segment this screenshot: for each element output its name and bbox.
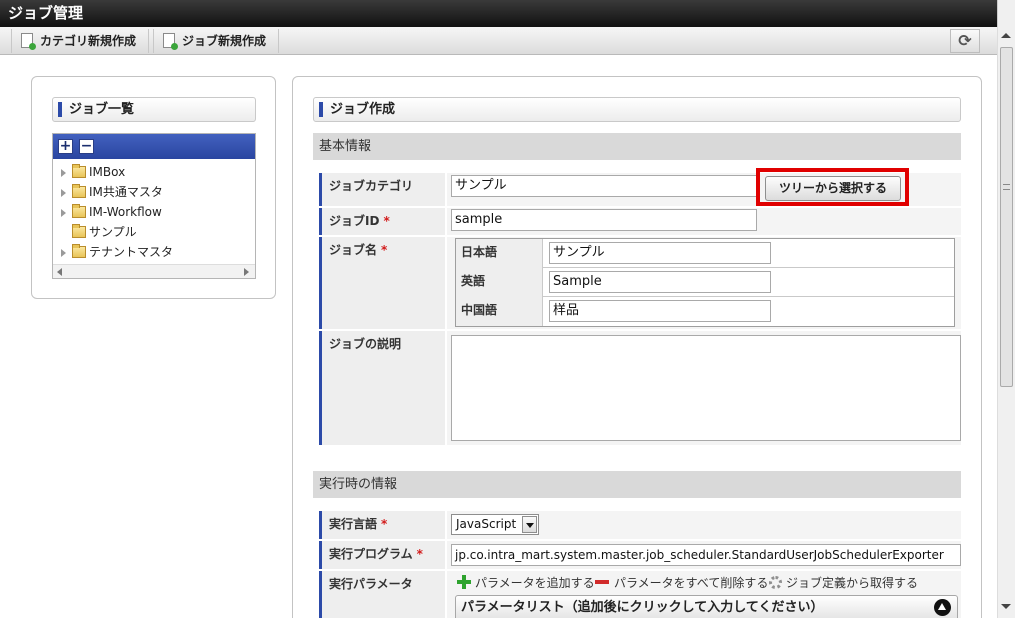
job-description-row: ジョブの説明 — [319, 331, 961, 445]
job-name-zh-input[interactable]: 样品 — [549, 300, 771, 322]
tree-item-label: IM-Workflow — [89, 205, 162, 219]
toolbar: カテゴリ新規作成 ジョブ新規作成 — [0, 27, 997, 55]
execution-parameters-label: 実行パラメータ — [319, 571, 445, 618]
folder-icon — [72, 244, 86, 258]
locale-row-en: 英語 Sample — [456, 268, 954, 297]
new-job-label: ジョブ新規作成 — [182, 34, 267, 48]
basic-info-section-header: 基本情報 — [313, 133, 961, 160]
gear-icon — [769, 576, 782, 589]
tree-item-tenant-master[interactable]: テナントマスタ — [61, 242, 173, 262]
refresh-button[interactable]: ⟳ — [950, 29, 980, 53]
plus-icon — [457, 575, 471, 589]
tree-horizontal-scrollbar[interactable] — [53, 264, 255, 278]
selected-language: JavaScript — [456, 517, 517, 531]
new-document-icon — [21, 33, 36, 50]
minus-icon — [595, 580, 609, 584]
locale-row-zh: 中国語 样品 — [456, 297, 954, 326]
tree-item-label: IMBox — [89, 165, 126, 179]
delete-all-parameters-button[interactable]: パラメータをすべて削除する — [595, 575, 768, 591]
scroll-up-arrow-icon[interactable] — [1001, 33, 1011, 38]
load-from-job-definition-button[interactable]: ジョブ定義から取得する — [769, 575, 918, 591]
parameter-list-title: パラメータリスト（追加後にクリックして入力してください） — [461, 600, 824, 615]
job-category-label: ジョブカテゴリ — [319, 173, 445, 206]
tree-item-label: IM共通マスタ — [89, 185, 163, 199]
scrollbar-thumb[interactable] — [1000, 47, 1013, 387]
vertical-scrollbar[interactable] — [997, 27, 1015, 618]
highlight-box — [756, 168, 909, 206]
new-document-icon — [163, 33, 178, 50]
tree-item-imbox[interactable]: IMBox — [61, 162, 125, 182]
tree-item-label: テナントマスタ — [89, 245, 174, 259]
job-description-label: ジョブの説明 — [319, 331, 445, 445]
job-name-en-input[interactable]: Sample — [549, 271, 771, 293]
folder-icon — [72, 164, 86, 178]
folder-icon — [72, 204, 86, 218]
scroll-right-arrow-icon[interactable] — [244, 268, 249, 276]
tree-toolbar: + − — [53, 134, 255, 159]
tree-item-sample[interactable]: サンプル — [61, 222, 137, 242]
job-list-title: ジョブ一覧 — [52, 97, 256, 122]
collapse-up-icon[interactable] — [934, 599, 951, 616]
refresh-icon: ⟳ — [958, 31, 972, 50]
job-create-panel: ジョブ作成 基本情報 ジョブカテゴリ サンプル ツリーから選択する ジョブID *… — [292, 76, 982, 618]
job-name-label: ジョブ名 * — [319, 237, 445, 329]
execution-language-label: 実行言語 * — [319, 511, 445, 539]
expand-arrow-icon[interactable] — [61, 208, 66, 217]
execution-program-row: 実行プログラム * jp.co.intra_mart.system.master.… — [319, 541, 961, 569]
collapse-all-icon[interactable]: − — [79, 139, 94, 154]
locale-label: 日本語 — [456, 239, 543, 268]
add-parameter-button[interactable]: パラメータを追加する — [457, 575, 595, 591]
grip-icon — [1003, 184, 1010, 190]
job-name-locale-table: 日本語 サンプル 英語 Sample 中国語 样品 — [455, 238, 955, 327]
parameter-list-header[interactable]: パラメータリスト（追加後にクリックして入力してください） — [455, 595, 958, 618]
locale-label: 中国語 — [456, 297, 543, 326]
tree-item-im-common-master[interactable]: IM共通マスタ — [61, 182, 163, 202]
new-category-label: カテゴリ新規作成 — [40, 34, 137, 48]
job-list-panel: ジョブ一覧 + − IMBox IM共通マスタ IM-Workflow サンプル… — [31, 76, 276, 299]
job-name-row: ジョブ名 * 日本語 サンプル 英語 Sample 中国語 样品 — [319, 237, 961, 329]
execution-program-input[interactable]: jp.co.intra_mart.system.master.job_sched… — [451, 544, 961, 566]
job-description-textarea[interactable] — [451, 335, 961, 441]
new-job-button[interactable]: ジョブ新規作成 — [153, 29, 279, 53]
expand-all-icon[interactable]: + — [58, 139, 73, 154]
job-management-page: ジョブ管理 カテゴリ新規作成 ジョブ新規作成 ⟳ ジョブ一覧 + − IMBox… — [0, 0, 1015, 618]
job-create-title: ジョブ作成 — [313, 97, 961, 122]
expand-arrow-icon[interactable] — [61, 188, 66, 197]
folder-icon — [72, 184, 86, 198]
runtime-info-section-header: 実行時の情報 — [313, 471, 961, 498]
folder-icon — [72, 224, 86, 238]
scroll-left-arrow-icon[interactable] — [57, 268, 62, 276]
execution-parameters-row: 実行パラメータ パラメータを追加する パラメータをすべて削除する ジョブ定義から… — [319, 571, 961, 618]
new-category-button[interactable]: カテゴリ新規作成 — [11, 29, 149, 53]
window-title: ジョブ管理 — [0, 0, 997, 27]
expand-arrow-icon[interactable] — [61, 168, 66, 177]
expand-arrow-icon[interactable] — [61, 248, 66, 257]
job-tree: + − IMBox IM共通マスタ IM-Workflow サンプル テナントマ… — [52, 133, 256, 279]
job-category-input[interactable]: サンプル — [451, 175, 757, 197]
job-id-input[interactable]: sample — [451, 209, 757, 231]
execution-language-row: 実行言語 * JavaScript — [319, 511, 961, 539]
locale-row-ja: 日本語 サンプル — [456, 239, 954, 268]
job-id-row: ジョブID * sample — [319, 208, 961, 235]
tree-item-label: サンプル — [89, 225, 137, 239]
execution-language-select[interactable]: JavaScript — [451, 514, 539, 535]
job-id-label: ジョブID * — [319, 208, 445, 235]
locale-label: 英語 — [456, 268, 543, 297]
job-name-ja-input[interactable]: サンプル — [549, 242, 771, 264]
scroll-down-arrow-icon[interactable] — [1001, 604, 1011, 609]
scrollbar-corner — [997, 0, 1015, 27]
execution-program-label: 実行プログラム * — [319, 541, 445, 569]
dropdown-arrow-icon[interactable] — [522, 516, 537, 533]
tree-item-im-workflow[interactable]: IM-Workflow — [61, 202, 162, 222]
